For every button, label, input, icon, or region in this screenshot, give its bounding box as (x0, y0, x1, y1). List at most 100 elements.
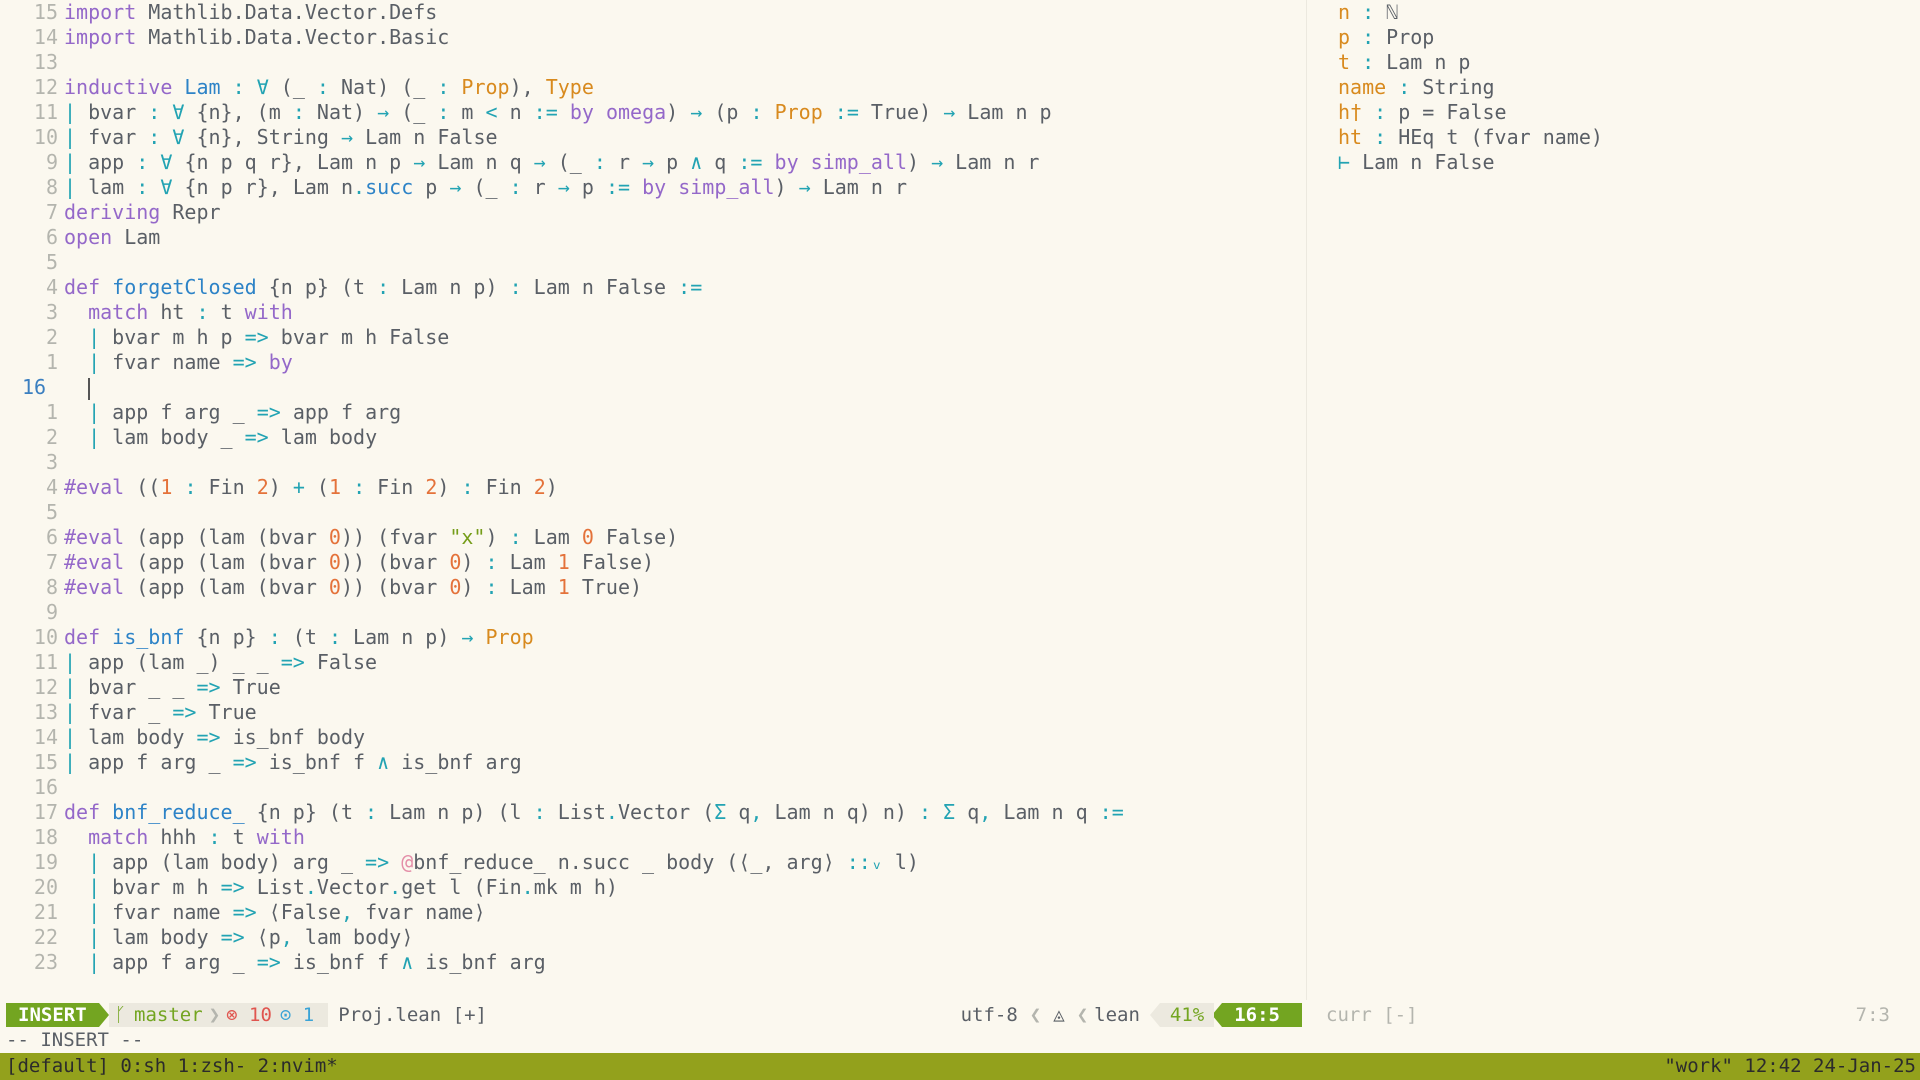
code-line[interactable]: 1 | app f arg _ => app f arg (6, 400, 1306, 425)
code-line[interactable]: 4 def forgetClosed {n p} (t : Lam n p) : … (6, 275, 1306, 300)
code-line[interactable]: 3 match ht : t with (6, 300, 1306, 325)
code-token: => (280, 650, 305, 674)
code-token: #eval (64, 575, 125, 599)
code-line[interactable]: 4 #eval ((1 : Fin 2) + (1 : Fin 2) : Fin … (6, 475, 1306, 500)
hypothesis-type: Prop (1386, 25, 1435, 49)
code-token: : (365, 800, 378, 824)
code-token: r (605, 150, 643, 174)
code-token: | (64, 100, 77, 124)
code-line[interactable]: 8 | lam : ∀ {n p r}, Lam n.succ p → (_ : … (6, 175, 1306, 200)
code-line[interactable]: 13 (6, 50, 1306, 75)
code-line[interactable]: 5 (6, 250, 1306, 275)
code-token: : (437, 100, 450, 124)
code-token: Lam n p) (340, 625, 462, 649)
code-line[interactable]: 5 (6, 500, 1306, 525)
code-line[interactable]: 21 | fvar name => ⟨False, fvar name⟩ (6, 900, 1306, 925)
percent-separator (1149, 1003, 1160, 1027)
code-line[interactable]: 6 open Lam (6, 225, 1306, 250)
line-code: | lam body _ => lam body (64, 425, 377, 450)
code-token: : (136, 150, 149, 174)
code-token: Fin (365, 475, 426, 499)
lean-infoview: n : ℕp : Prop t : Lam n p name : String h† … (1338, 0, 1898, 175)
code-token: lam body (268, 425, 378, 449)
code-token: app f arg _ (100, 400, 257, 424)
code-token: , (340, 900, 354, 924)
code-line[interactable]: 10 def is_bnf {n p} : (t : Lam n p) → Pro… (6, 625, 1306, 650)
code-line[interactable]: 23 | app f arg _ => is_bnf f ∧ is_bnf ar… (6, 950, 1306, 975)
code-line[interactable]: 1 | fvar name => by (6, 350, 1306, 375)
code-line[interactable]: 8 #eval (app (lam (bvar 0)) (bvar 0) : La… (6, 575, 1306, 600)
code-token: mk m h) (533, 875, 618, 899)
command-line[interactable]: -- INSERT -- (6, 1028, 143, 1052)
code-line[interactable]: 17 def bnf_reduce_ {n p} (t : Lam n p) (l… (6, 800, 1306, 825)
code-token: 0 (449, 575, 462, 599)
code-line[interactable]: 13 | fvar _ => True (6, 700, 1306, 725)
pane-divider[interactable] (1306, 0, 1307, 1000)
colon: : (1386, 75, 1423, 99)
code-token: bnf_reduce_ n.succ _ body (⟨_, arg⟩ (413, 850, 847, 874)
statusline: INSERT ᚴ master ❯ ⊗ 10 ⊙ 1 Proj.lean [+]… (6, 1003, 1302, 1027)
code-line[interactable]: 10 | fvar : ∀ {n}, String → Lam n False (6, 125, 1306, 150)
code-token: {n}, (m (184, 100, 293, 124)
code-token: | (64, 150, 77, 174)
line-number: 8 (45, 175, 58, 199)
code-line[interactable]: 16 (6, 775, 1306, 800)
code-token: bvar m h False (268, 325, 450, 349)
line-number: 14 (33, 25, 58, 49)
code-line[interactable]: 2 | lam body _ => lam body (6, 425, 1306, 450)
code-token: ) (461, 550, 486, 574)
code-line[interactable]: 3 (6, 450, 1306, 475)
code-token: → (931, 150, 944, 174)
code-token: Lam n q) n) (762, 800, 920, 824)
code-editor[interactable]: 15 import Mathlib.Data.Vector.Defs 14 impor… (6, 0, 1306, 1000)
code-line[interactable]: 14 import Mathlib.Data.Vector.Basic (6, 25, 1306, 50)
hypothesis: n : ℕ (1338, 0, 1898, 25)
code-token: False (304, 650, 378, 674)
code-line[interactable]: 11 | bvar : ∀ {n}, (m : Nat) → (_ : m < n… (6, 100, 1306, 125)
code-token: Lam n r (943, 150, 1040, 174)
line-code: | bvar : ∀ {n}, (m : Nat) → (_ : m < n :… (64, 100, 1052, 125)
code-line[interactable]: 14 | lam body => is_bnf body (6, 725, 1306, 750)
line-code: | fvar _ => True (64, 700, 257, 725)
code-line[interactable]: 7 #eval (app (lam (bvar 0)) (bvar 0) : La… (6, 550, 1306, 575)
file-encoding: utf-8 (960, 1004, 1018, 1026)
line-code: | app f arg _ => is_bnf f ∧ is_bnf arg (64, 750, 522, 775)
code-token: List (545, 800, 606, 824)
line-number: 22 (33, 925, 58, 949)
line-code: match ht : t with (64, 300, 293, 325)
code-token: simp_all (810, 150, 907, 174)
code-token: : (268, 625, 281, 649)
code-line[interactable]: 15 | app f arg _ => is_bnf f ∧ is_bnf arg (6, 750, 1306, 775)
code-line[interactable]: 9 (6, 600, 1306, 625)
line-code: match hhh : t with (64, 825, 305, 850)
branch-name: master (134, 1004, 203, 1026)
code-token: | (88, 400, 101, 424)
hypothesis: name : String (1338, 75, 1898, 100)
code-token: ∀ (256, 75, 269, 99)
code-line[interactable]: 12 inductive Lam : ∀ (_ : Nat) (_ : Prop)… (6, 75, 1306, 100)
code-token: : (208, 825, 221, 849)
code-token: , (750, 800, 763, 824)
code-line[interactable]: 9 | app : ∀ {n p q r}, Lam n p → Lam n q … (6, 150, 1306, 175)
code-line[interactable]: 6 #eval (app (lam (bvar 0)) (fvar "x") : … (6, 525, 1306, 550)
code-token: (p (702, 100, 751, 124)
tmux-windows[interactable]: [default] 0:sh 1:zsh- 2:nvim* (6, 1053, 338, 1080)
code-token: ∀ (160, 175, 173, 199)
code-line[interactable]: 18 match hhh : t with (6, 825, 1306, 850)
line-number: 10 (33, 625, 58, 649)
code-token: + (292, 475, 305, 499)
code-line[interactable]: 2 | bvar m h p => bvar m h False (6, 325, 1306, 350)
code-line[interactable]: 11 | app (lam _) _ _ => False (6, 650, 1306, 675)
code-line[interactable]: 19 | app (lam body) arg _ => @bnf_reduce… (6, 850, 1306, 875)
code-line[interactable]: 22 | lam body => ⟨p, lam body⟩ (6, 925, 1306, 950)
current-line[interactable]: 16 (6, 375, 1306, 400)
code-token: #eval (64, 475, 125, 499)
line-code: def bnf_reduce_ {n p} (t : Lam n p) (l :… (64, 800, 1124, 825)
code-line[interactable]: 20 | bvar m h => List.Vector.get l (Fin.… (6, 875, 1306, 900)
code-token: app (lam _) _ _ (76, 650, 281, 674)
code-line[interactable]: 7 deriving Repr (6, 200, 1306, 225)
code-line[interactable]: 15 import Mathlib.Data.Vector.Defs (6, 0, 1306, 25)
code-line[interactable]: 12 | bvar _ _ => True (6, 675, 1306, 700)
